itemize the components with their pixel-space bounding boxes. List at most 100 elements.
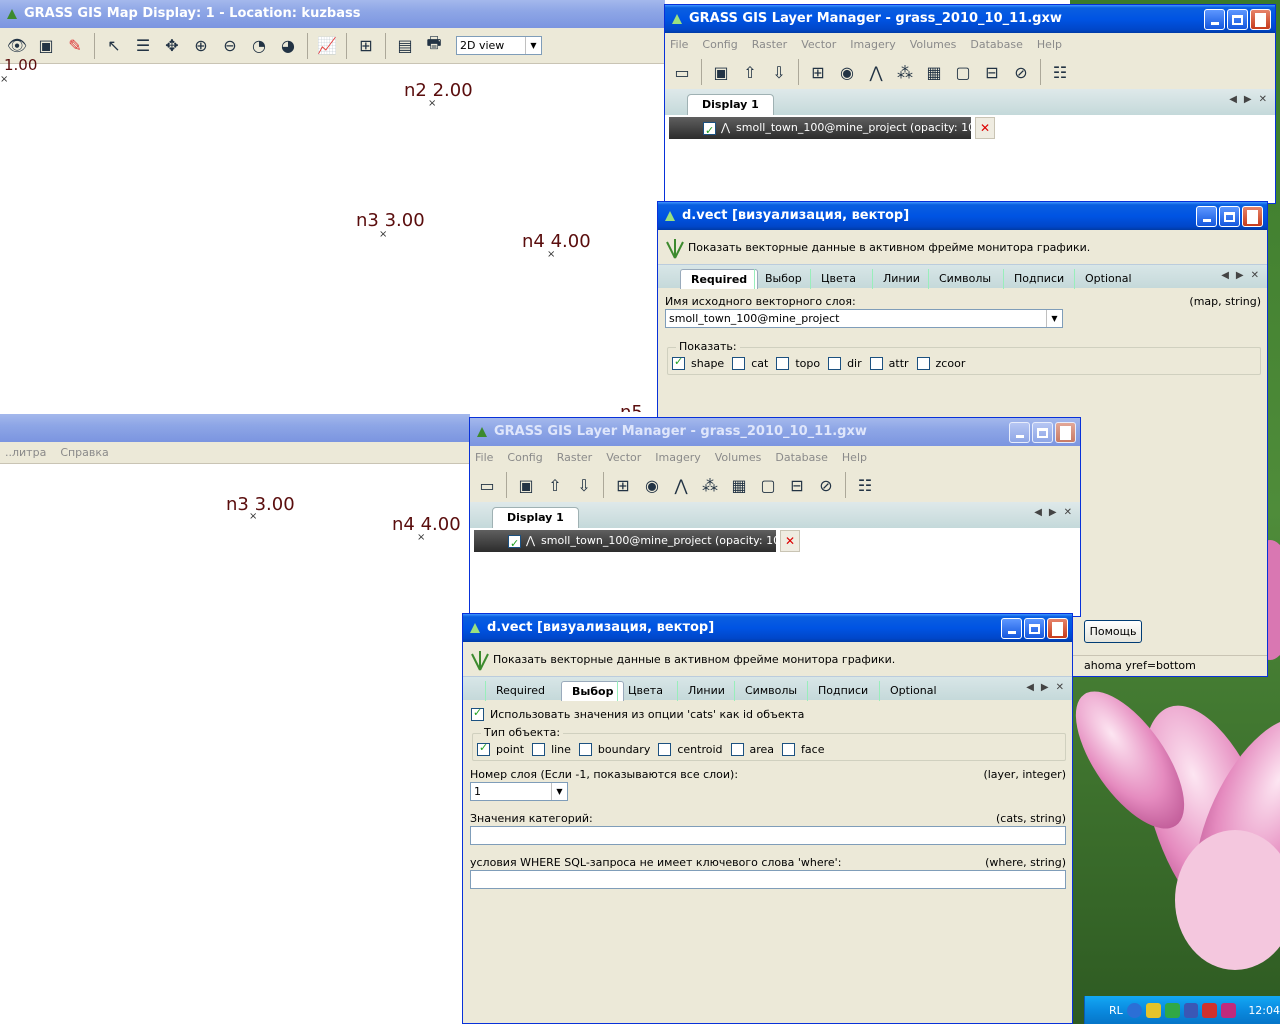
attribute-table-icon[interactable]: ☷ (852, 472, 878, 498)
layer-visible-checkbox[interactable] (508, 533, 521, 555)
pointer-icon[interactable]: ↖ (101, 33, 127, 59)
menu-vector[interactable]: Vector (606, 451, 641, 464)
point-checkbox[interactable] (477, 741, 490, 756)
menu-vector[interactable]: Vector (801, 38, 836, 51)
chevron-down-icon[interactable]: ▼ (551, 783, 567, 800)
antivirus-icon[interactable] (1202, 1002, 1218, 1018)
pan-icon[interactable]: ✥ (159, 33, 185, 59)
add-group-icon[interactable]: ▢ (950, 59, 976, 85)
map-display-titlebar[interactable]: GRASS GIS Map Display: 1 - Location: kuz… (0, 0, 665, 28)
menu-help[interactable]: Help (842, 451, 867, 464)
menu-imagery[interactable]: Imagery (850, 38, 895, 51)
bg-window-titlebar[interactable] (0, 414, 470, 442)
delete-layer-icon[interactable]: ⊘ (813, 472, 839, 498)
topo-checkbox[interactable] (776, 357, 790, 370)
maximize-button[interactable] (1227, 9, 1248, 30)
tab-lines[interactable]: Линии (872, 269, 930, 289)
add-vector-icon[interactable]: ⋀ (863, 59, 889, 85)
shape-checkbox[interactable] (672, 355, 685, 370)
monitor-icon[interactable] (1183, 1002, 1199, 1018)
tab-display-1[interactable]: Display 1 (492, 507, 579, 528)
tab-close-icon[interactable]: ✕ (1064, 507, 1072, 518)
security-icon[interactable] (1145, 1002, 1161, 1018)
close-button[interactable]: ✕ (1055, 422, 1076, 443)
help-button[interactable]: Помощь (1084, 620, 1142, 643)
maximize-button[interactable] (1032, 422, 1053, 443)
tab-display-1[interactable]: Display 1 (687, 94, 774, 115)
tab-colors[interactable]: Цвета (810, 269, 866, 289)
tab-symbols[interactable]: Символы (734, 681, 807, 701)
menu-config[interactable]: Config (507, 451, 542, 464)
tab-close-icon[interactable]: ✕ (1251, 270, 1259, 281)
query-icon[interactable]: ☰ (130, 33, 156, 59)
menu-raster[interactable]: Raster (557, 451, 592, 464)
add-group-icon[interactable]: ▢ (755, 472, 781, 498)
maximize-button[interactable] (1024, 618, 1045, 639)
dvect-titlebar[interactable]: d.vect [визуализация, вектор] ✕ (658, 202, 1267, 230)
layer-manager-titlebar[interactable]: GRASS GIS Layer Manager - grass_2010_10_… (470, 418, 1080, 446)
close-button[interactable]: ✕ (1250, 9, 1271, 30)
add-theme-icon[interactable]: ⁂ (892, 59, 918, 85)
update-icon[interactable] (1164, 1002, 1180, 1018)
face-checkbox[interactable] (782, 743, 796, 756)
workspace-save-icon[interactable]: ⇩ (766, 59, 792, 85)
menu-database[interactable]: Database (775, 451, 828, 464)
add-overlay-icon[interactable]: ▦ (921, 59, 947, 85)
menu-database[interactable]: Database (970, 38, 1023, 51)
tab-left-icon[interactable]: ◀ (1034, 507, 1042, 518)
workspace-save-icon[interactable]: ⇩ (571, 472, 597, 498)
layer-visible-checkbox[interactable] (703, 120, 716, 142)
tab-left-icon[interactable]: ◀ (1229, 94, 1237, 105)
tab-right-icon[interactable]: ▶ (1244, 94, 1252, 105)
map-canvas[interactable]: 1.00 × n2 2.00 × n3 3.00 × n4 4.00 × n5 (0, 56, 665, 412)
line-checkbox[interactable] (532, 743, 546, 756)
layer-row[interactable]: ⋀ smoll_town_100@mine_project (opacity: 1… (669, 117, 997, 142)
add-vector-icon[interactable]: ⋀ (668, 472, 694, 498)
add-grid-icon[interactable]: ⊟ (784, 472, 810, 498)
menu-file[interactable]: File (670, 38, 688, 51)
layer-select[interactable]: 1 ▼ (470, 782, 568, 801)
workspace-new-icon[interactable]: ▣ (513, 472, 539, 498)
layer-manager-titlebar[interactable]: GRASS GIS Layer Manager - grass_2010_10_… (665, 5, 1275, 33)
tab-right-icon[interactable]: ▶ (1236, 270, 1244, 281)
cats-input[interactable] (470, 826, 1066, 845)
menu-config[interactable]: Config (702, 38, 737, 51)
network-icon[interactable] (1126, 1002, 1142, 1018)
analyze-icon[interactable]: 📈 (314, 33, 340, 59)
new-display-icon[interactable]: ▭ (669, 59, 695, 85)
tab-symbols[interactable]: Символы (928, 269, 1001, 289)
tab-lines[interactable]: Линии (677, 681, 735, 701)
zcoor-checkbox[interactable] (916, 357, 930, 370)
tab-right-icon[interactable]: ▶ (1041, 682, 1049, 693)
attribute-table-icon[interactable]: ☷ (1047, 59, 1073, 85)
where-input[interactable] (470, 870, 1066, 889)
save-image-icon[interactable]: ▤ (392, 33, 418, 59)
add-grid-icon[interactable]: ⊟ (979, 59, 1005, 85)
overlay-icon[interactable]: ⊞ (353, 33, 379, 59)
close-icon[interactable]: ✕ (780, 530, 800, 552)
tab-labels[interactable]: Подписи (807, 681, 878, 701)
layer-row[interactable]: ⋀ smoll_town_100@mine_project (opacity: 1… (474, 530, 802, 555)
tab-selection[interactable]: Выбор (561, 681, 625, 701)
zoom-in-icon[interactable]: ⊕ (188, 33, 214, 59)
add-rgb-icon[interactable]: ◉ (834, 59, 860, 85)
add-overlay-icon[interactable]: ▦ (726, 472, 752, 498)
close-button[interactable]: ✕ (1242, 206, 1263, 227)
new-display-icon[interactable]: ▭ (474, 472, 500, 498)
delete-layer-icon[interactable]: ⊘ (1008, 59, 1034, 85)
tab-right-icon[interactable]: ▶ (1049, 507, 1057, 518)
add-theme-icon[interactable]: ⁂ (697, 472, 723, 498)
bg-menu-item[interactable]: Справка (60, 446, 108, 459)
bg-menu-item[interactable]: ..литра (5, 446, 46, 459)
add-raster-icon[interactable]: ⊞ (610, 472, 636, 498)
tab-colors[interactable]: Цвета (617, 681, 673, 701)
menu-volumes[interactable]: Volumes (715, 451, 762, 464)
tab-optional[interactable]: Optional (879, 681, 947, 701)
app-tray-icon[interactable] (1221, 1002, 1237, 1018)
minimize-button[interactable] (1001, 618, 1022, 639)
close-button[interactable]: ✕ (1047, 618, 1068, 639)
tab-selection[interactable]: Выбор (754, 269, 812, 289)
close-icon[interactable]: ✕ (975, 117, 995, 139)
tab-left-icon[interactable]: ◀ (1026, 682, 1034, 693)
tab-labels[interactable]: Подписи (1003, 269, 1074, 289)
